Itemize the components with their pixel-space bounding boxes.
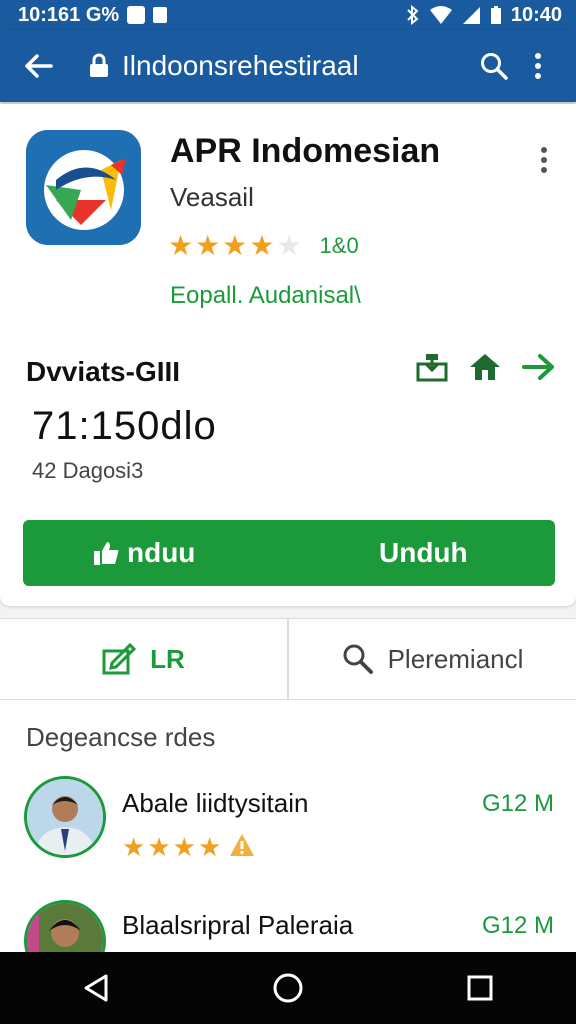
item-rating-stars: ★ ★ ★ ★ [122,832,255,863]
back-button[interactable] [16,44,60,88]
size-date: 42 Dagosi3 [32,458,144,483]
tab-pleremiancl[interactable]: Pleremiancl [287,619,576,699]
status-bar: 10:161 G% 10:40 [0,0,576,30]
star-icon: ★ [197,832,222,862]
lock-icon [90,53,108,77]
section-title: Dvviats-GIII [26,356,181,387]
star-icon: ★ [249,230,275,261]
bluetooth-icon [407,5,419,25]
nav-back-button[interactable] [66,958,126,1018]
tab-lr[interactable]: LR [0,619,287,699]
list-item[interactable]: Abale liidtysitain G12 M ★ ★ ★ ★ [0,772,576,882]
status-left: 10:161 G% [18,3,168,27]
app-detail-card: APR Indomesian Veasail ★ ★ ★ ★ ★ 1&0 Eop… [0,104,576,606]
item-size: G12 M [481,912,554,939]
search-icon [481,53,508,80]
app-category: Eopall. Audanisal\ [170,282,361,309]
nav-back-icon [84,974,108,1002]
search-icon [343,644,373,674]
app-bar-title: Ilndoonsrehestiraal [122,50,359,81]
tab-label: Pleremiancl [387,643,524,674]
star-icon: ★ [168,230,194,261]
list-header: Degeancse rdes [26,722,216,752]
app-developer: Veasail [170,182,254,212]
star-icon: ★ [172,832,196,862]
rating-count: 1&0 [319,233,359,258]
system-nav-bar [0,952,576,1024]
more-vert-icon [541,147,547,173]
wifi-icon [429,6,452,24]
app-name: APR Indomesian [170,132,441,170]
star-icon: ★ [222,230,248,261]
app-logo-icon [26,130,141,245]
arrow-right-icon[interactable] [522,353,556,381]
nav-home-button[interactable] [258,958,318,1018]
card-more-button[interactable] [532,140,556,180]
more-vert-icon [535,53,541,79]
edit-box-icon [102,643,137,675]
home-icon[interactable] [468,352,502,382]
star-icon: ★ [195,230,221,261]
item-name: Abale liidtysitain [122,788,309,818]
star-icon: ★ [147,832,171,862]
install-left-label: nduu [127,537,196,568]
warning-icon [230,834,255,856]
item-size: G12 M [481,790,554,817]
status-time-left: 10:161 G% [18,3,120,26]
install-button[interactable]: nduu Unduh [23,520,555,586]
status-right: 10:40 [405,4,562,27]
install-right-label: Unduh [379,537,468,568]
search-button[interactable] [472,44,516,88]
battery-icon [490,6,501,24]
small-square-icon [153,7,168,23]
rating-stars: ★ ★ ★ ★ ★ [168,232,302,260]
size-value: 71:150dlo [32,404,217,448]
star-icon: ★ [122,832,146,862]
avatar [24,776,106,858]
app-bar: Ilndoonsrehestiraal [0,30,576,102]
status-time-right: 10:40 [510,3,562,26]
thumbs-up-icon [94,542,119,565]
square-icon [127,6,146,24]
action-icons [416,352,556,382]
nav-recents-icon [467,975,493,1001]
back-arrow-icon [25,54,53,78]
nav-home-icon [273,973,303,1003]
rating-row: ★ ★ ★ ★ ★ 1&0 [168,232,359,260]
item-name: Blaalsripral Paleraia [122,910,354,940]
star-empty-icon: ★ [276,230,302,261]
more-options-button[interactable] [516,44,560,88]
tabs: LR Pleremiancl [0,618,576,700]
tab-label: LR [150,643,185,674]
download-box-icon[interactable] [416,352,448,382]
install-left: nduu [93,537,195,569]
signal-icon [462,7,480,24]
nav-recents-button[interactable] [450,958,510,1018]
related-list: Degeancse rdes Abale liidtysitain G12 M … [0,700,576,982]
